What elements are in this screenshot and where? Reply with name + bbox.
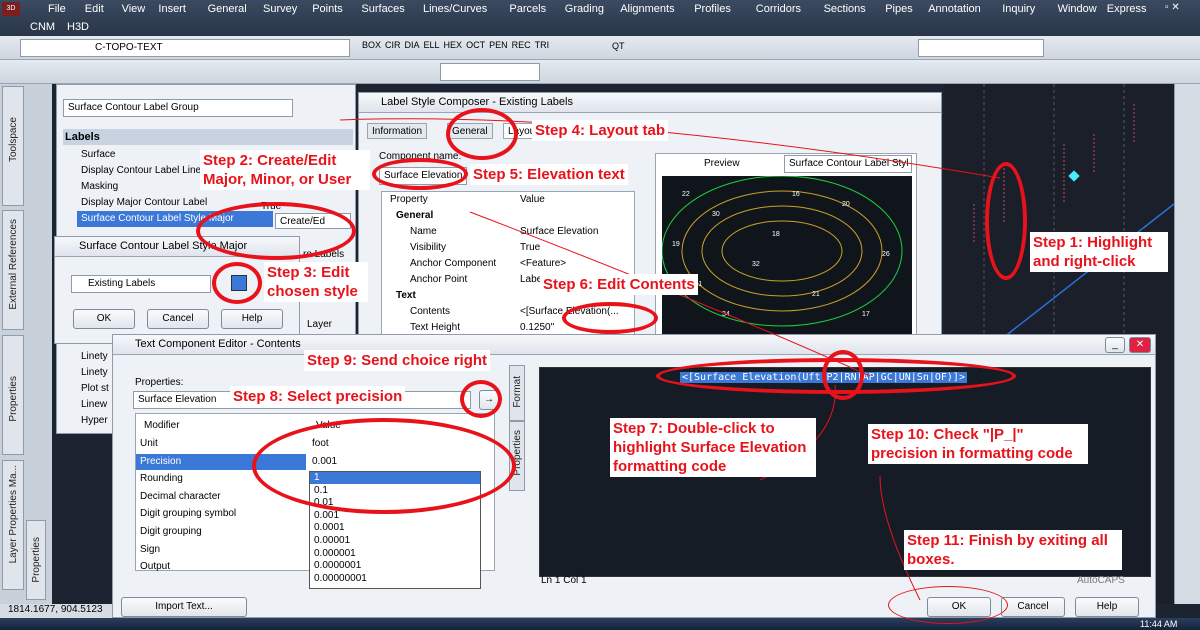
- step-2: Step 2: Create/Edit Major, Minor, or Use…: [200, 150, 370, 190]
- ellipse-layout-tab: [446, 108, 518, 160]
- step-4: Step 4: Layout tab: [532, 120, 669, 141]
- step-6: Step 6: Edit Contents: [540, 274, 698, 295]
- step-1: Step 1: Highlight and right-click: [1030, 232, 1168, 272]
- ellipse-step1: [985, 162, 1027, 280]
- ellipse-p2: [822, 350, 864, 400]
- step-3: Step 3: Edit chosen style: [264, 262, 368, 302]
- ellipse-send-right: [460, 380, 502, 418]
- ellipse-elevation: [372, 158, 468, 190]
- ellipse-precision: [252, 418, 516, 514]
- step-5: Step 5: Elevation text: [470, 164, 628, 185]
- step-10: Step 10: Check "|P_|" precision in forma…: [868, 424, 1088, 464]
- ellipse-edit-style: [212, 262, 262, 304]
- step-11: Step 11: Finish by exiting all boxes.: [904, 530, 1122, 570]
- ellipse-ok: [888, 586, 1008, 624]
- step-7: Step 7: Double-click to highlight Surfac…: [610, 418, 816, 477]
- step-8: Step 8: Select precision: [230, 386, 406, 407]
- ellipse-contents: [562, 302, 658, 334]
- ellipse-create-edit: [196, 202, 356, 260]
- step-9: Step 9: Send choice right: [304, 350, 491, 371]
